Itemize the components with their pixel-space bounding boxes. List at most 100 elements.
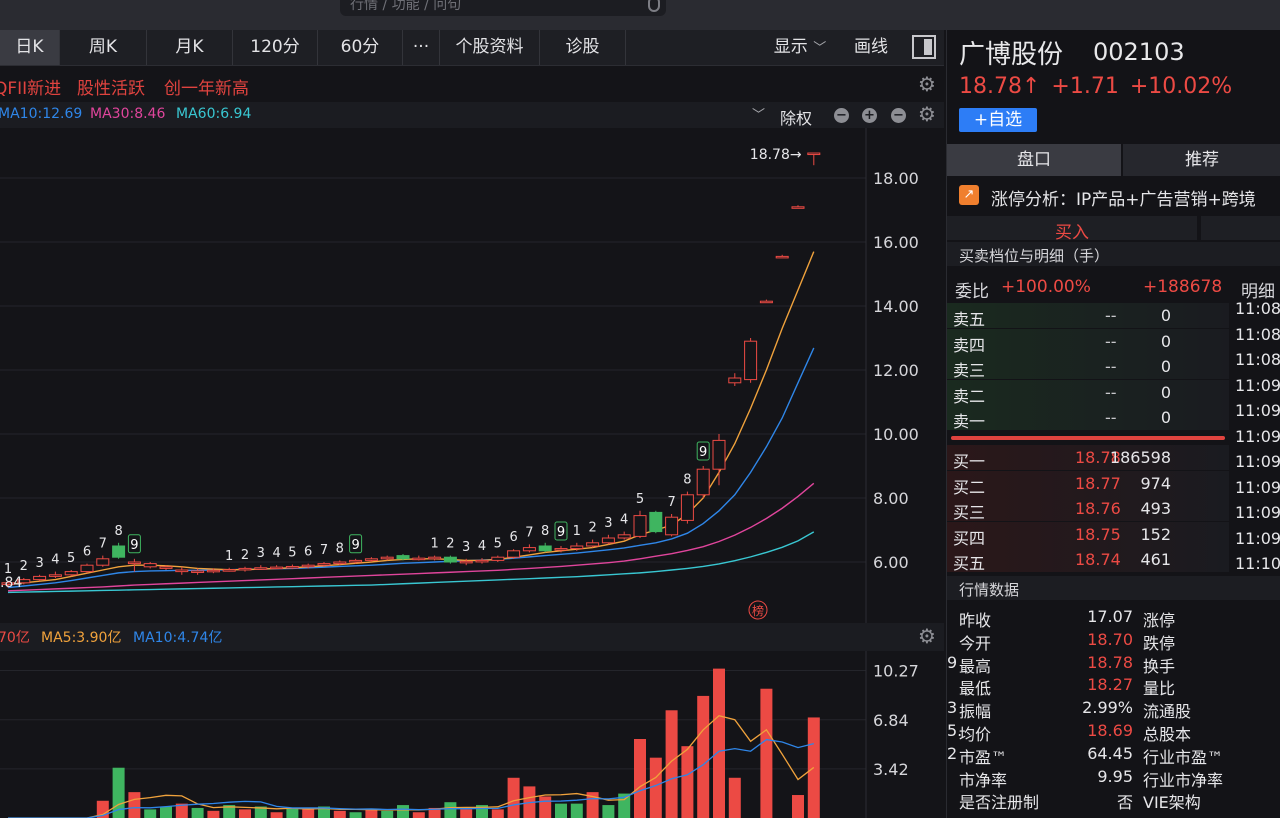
candle	[554, 548, 568, 551]
order-level-row: 买五 18.74 461	[947, 547, 1229, 573]
volume-bar	[713, 668, 725, 818]
divider	[951, 436, 1225, 440]
search-input[interactable]: 行情 / 功能 / 问句	[340, 0, 666, 16]
tab-order-book[interactable]: 盘口	[947, 144, 1121, 176]
tab-recommend[interactable]: 推荐	[1123, 144, 1280, 176]
nine-turn-count: 6	[83, 545, 91, 560]
candle	[349, 559, 363, 563]
draw-button[interactable]: 画线	[842, 30, 900, 65]
candle	[759, 300, 773, 304]
stock-tags: QFII新进 股性活跃 创一年新高 ⚙	[0, 66, 944, 102]
candle	[64, 571, 78, 576]
candle	[159, 566, 173, 569]
order-level-cell: 3	[947, 698, 958, 718]
remove-icon[interactable]: −	[891, 108, 906, 123]
tag-new-high[interactable]: 创一年新高	[164, 74, 249, 99]
y-tick-label: 6.00	[873, 553, 909, 572]
nine-turn-count: 3	[462, 540, 470, 555]
order-level-cell: --	[1105, 382, 1117, 402]
nine-turn-count: 6	[304, 545, 312, 560]
stock-code: 002103	[1093, 38, 1185, 66]
tab-60min[interactable]: 60分	[318, 30, 403, 65]
order-level-cell: 17.07	[1087, 607, 1133, 626]
volume-chart[interactable]: 10.27 6.84 3.42	[0, 651, 944, 818]
nine-turn-count: 4	[51, 553, 59, 568]
order-level-cell: 2.99%	[1082, 698, 1133, 718]
zoom-in-icon[interactable]: +	[862, 108, 877, 123]
nine-turn-count: 1	[573, 524, 581, 539]
nine-turn-count: 7	[320, 543, 328, 558]
candle	[143, 563, 157, 568]
order-level-cell: 18.77	[1075, 473, 1121, 493]
tab-monthly-k[interactable]: 月K	[147, 30, 233, 65]
candle	[791, 206, 805, 209]
order-level-row: 卖五 -- 0	[947, 303, 1229, 329]
candle	[728, 377, 742, 384]
nine-turn-count: 3	[257, 546, 265, 561]
trade-time: 11:08	[1235, 324, 1280, 344]
nine-turn-count: 5	[494, 537, 502, 552]
tab-daily-k[interactable]: 日K	[0, 30, 60, 65]
chevron-down-icon[interactable]: ﹀	[752, 104, 765, 123]
volume-bar	[302, 809, 315, 818]
y-tick-label: 12.00	[873, 361, 919, 380]
candle	[412, 557, 426, 561]
tab-diagnosis[interactable]: 诊股	[540, 30, 626, 65]
candle	[222, 569, 236, 572]
add-favorite-button[interactable]: +自选	[959, 108, 1037, 132]
nine-turn-count: 8	[541, 524, 549, 539]
order-level-cell: --	[1105, 357, 1117, 376]
settings-gear-icon[interactable]: ⚙	[918, 72, 936, 96]
candle	[80, 564, 94, 573]
tag-qfii[interactable]: QFII新进	[0, 74, 61, 99]
candle	[459, 560, 473, 564]
trade-time: 11:09	[1235, 401, 1280, 420]
order-level-cell: 64.45	[1087, 743, 1133, 763]
ma60-value: MA60:6.94	[176, 106, 252, 122]
candle	[617, 534, 631, 539]
order-level-cell: 卖一	[953, 412, 986, 431]
order-level-cell: 是否注册制	[959, 793, 1040, 813]
volume-bar	[144, 809, 157, 818]
volume-bar	[491, 809, 504, 818]
more-icon[interactable]: ···	[403, 30, 440, 65]
order-level-cell: 卖二	[953, 386, 986, 406]
candlestick-chart[interactable]: 18.0016.0014.0012.0010.008.006.001 2 3 4 5 67…	[0, 128, 944, 623]
tab-weekly-k[interactable]: 周K	[60, 30, 147, 65]
sidebar-toggle-icon[interactable]	[912, 35, 936, 59]
order-level-cell: 买一	[953, 452, 986, 471]
order-level-row: 买四 18.75 152	[947, 521, 1229, 548]
candle	[112, 545, 126, 558]
display-dropdown[interactable]: 显示 ﹀	[760, 30, 840, 65]
order-level-row: 市盈™ 64.45 行业市盈™ 2	[947, 741, 1280, 767]
tab-stock-profile[interactable]: 个股资料	[440, 30, 540, 65]
nine-turn-count: 4	[272, 546, 280, 561]
weibi-diff: +188678	[1143, 277, 1223, 297]
trade-time: 11:09	[1235, 477, 1280, 497]
nine-turn-count: 3	[35, 556, 43, 571]
candle	[175, 569, 189, 573]
chevron-down-icon: ﹀	[813, 41, 827, 56]
candle	[696, 468, 710, 496]
volume-bar	[792, 795, 804, 818]
candle	[270, 566, 284, 570]
nine-turn-count: 1	[225, 549, 233, 564]
candle	[538, 545, 552, 552]
nine-turn-count: 2	[588, 521, 596, 536]
zoom-out-icon[interactable]: −	[834, 108, 849, 123]
weibi-row: 委比 +100.00% +188678 明细	[947, 274, 1280, 302]
candle	[633, 515, 647, 537]
limit-up-analysis[interactable]: ↗ 涨停分析：IP产品+广告营销+跨境	[947, 180, 1280, 210]
buy-button[interactable]: 买入	[1055, 218, 1089, 243]
order-level-cell: 18.69	[1087, 721, 1133, 740]
vol-ma10-value: MA10:4.74亿	[133, 630, 223, 646]
adjust-dropdown[interactable]: 除权	[780, 105, 812, 129]
tag-active[interactable]: 股性活跃	[77, 74, 145, 99]
order-level-row: 卖一 -- 0	[947, 405, 1229, 431]
volume-legend: 70亿 MA5:3.90亿 MA10:4.74亿 ⚙	[0, 623, 944, 651]
tab-120min[interactable]: 120分	[233, 30, 318, 65]
settings-gear-icon[interactable]: ⚙	[918, 624, 936, 648]
candle	[96, 558, 110, 566]
microphone-icon[interactable]	[648, 0, 660, 12]
settings-gear-icon[interactable]: ⚙	[918, 102, 936, 126]
